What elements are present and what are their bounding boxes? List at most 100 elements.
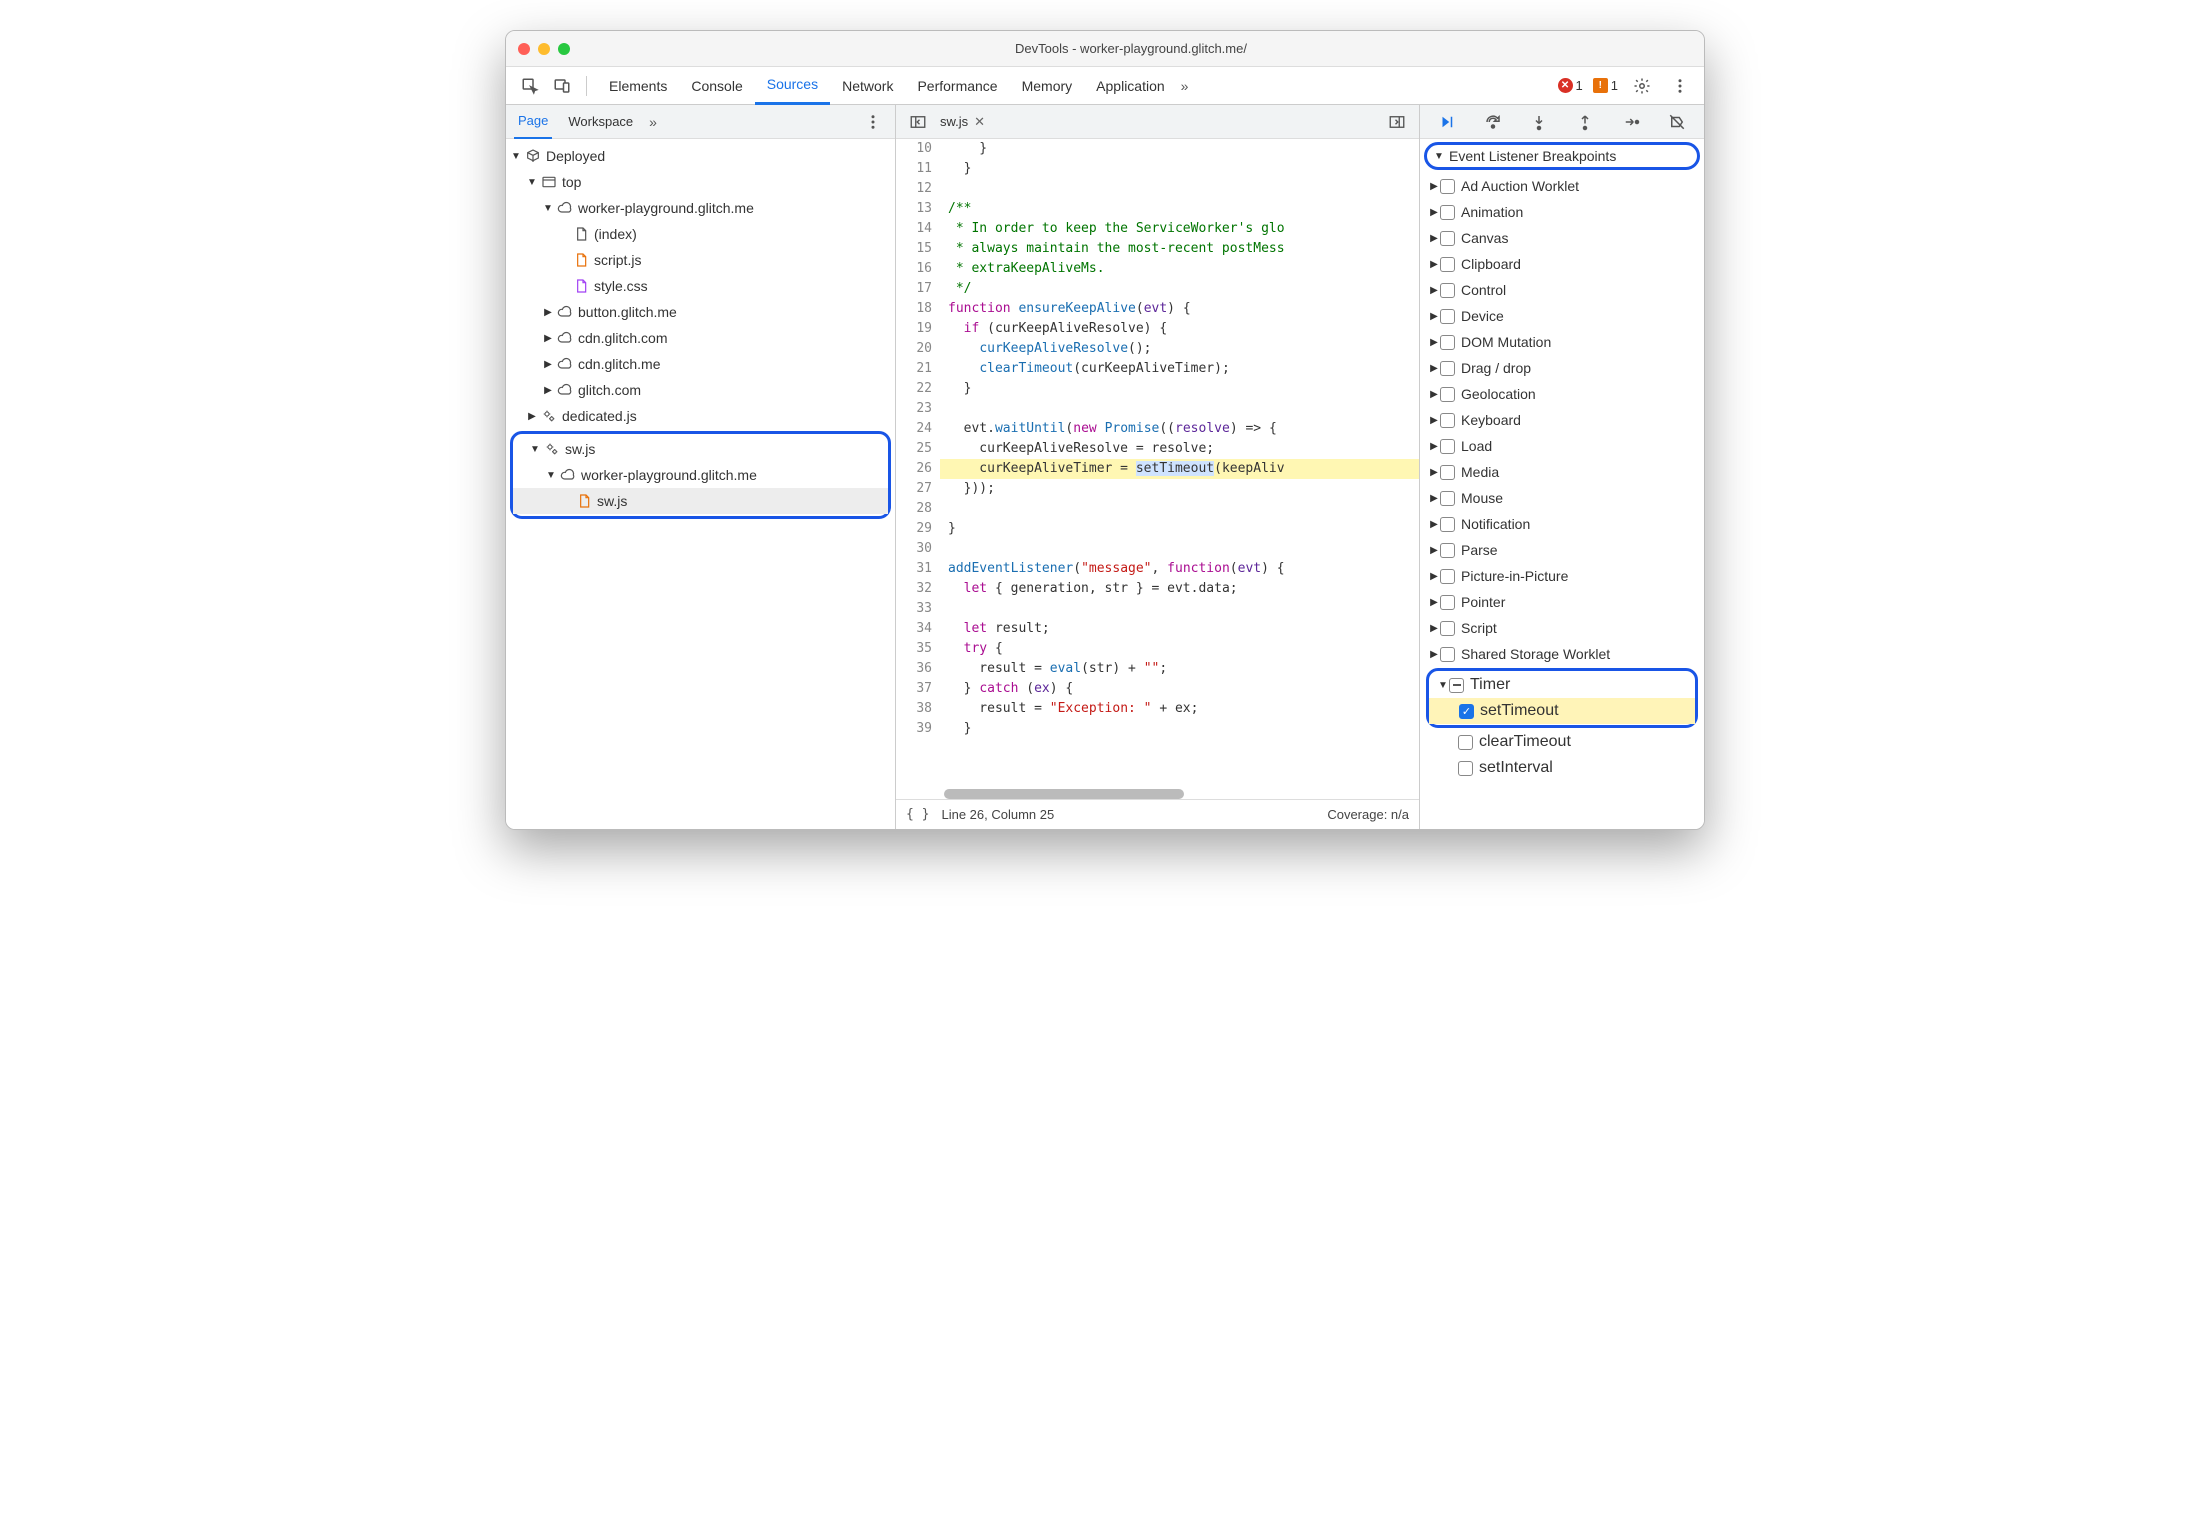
bp-item-settimeout[interactable]: ✓ setTimeout (1429, 698, 1695, 724)
checkbox-unchecked[interactable] (1440, 543, 1455, 558)
close-tab-icon[interactable]: ✕ (974, 114, 985, 130)
checkbox-unchecked[interactable] (1440, 595, 1455, 610)
checkbox-unchecked[interactable] (1440, 465, 1455, 480)
bp-category[interactable]: Load (1420, 433, 1704, 459)
bp-category[interactable]: Shared Storage Worklet (1420, 641, 1704, 667)
code-line[interactable]: 27 })); (896, 479, 1419, 499)
tab-application[interactable]: Application (1084, 67, 1177, 105)
inspect-icon[interactable] (516, 72, 544, 100)
checkbox-unchecked[interactable] (1440, 231, 1455, 246)
bp-category[interactable]: Control (1420, 277, 1704, 303)
pretty-print-icon[interactable]: { } (906, 807, 929, 822)
checkbox-unchecked[interactable] (1440, 647, 1455, 662)
checkbox-unchecked[interactable] (1440, 413, 1455, 428)
tab-workspace[interactable]: Workspace (564, 105, 637, 139)
code-editor[interactable]: 10 }11 }12 13/**14 * In order to keep th… (896, 139, 1419, 785)
step-into-icon[interactable] (1526, 108, 1552, 136)
tree-deployed[interactable]: Deployed (506, 143, 895, 169)
checkbox-indeterminate[interactable] (1449, 678, 1464, 693)
file-tab-sw[interactable]: sw.js ✕ (940, 114, 985, 130)
code-line[interactable]: 32 let { generation, str } = evt.data; (896, 579, 1419, 599)
bp-category[interactable]: Canvas (1420, 225, 1704, 251)
warning-count[interactable]: !1 (1593, 78, 1618, 93)
code-line[interactable]: 34 let result; (896, 619, 1419, 639)
code-line[interactable]: 33 (896, 599, 1419, 619)
deactivate-breakpoints-icon[interactable] (1664, 108, 1690, 136)
bp-category[interactable]: Pointer (1420, 589, 1704, 615)
code-line[interactable]: 21 clearTimeout(curKeepAliveTimer); (896, 359, 1419, 379)
checkbox-unchecked[interactable] (1440, 621, 1455, 636)
close-window-button[interactable] (518, 43, 530, 55)
checkbox-unchecked[interactable] (1440, 283, 1455, 298)
checkbox-unchecked[interactable] (1440, 387, 1455, 402)
toggle-debugger-icon[interactable] (1383, 108, 1411, 136)
tab-network[interactable]: Network (830, 67, 905, 105)
bp-category[interactable]: Mouse (1420, 485, 1704, 511)
code-line[interactable]: 12 (896, 179, 1419, 199)
tree-glitch-origin[interactable]: glitch.com (506, 377, 895, 403)
tree-sw-origin[interactable]: worker-playground.glitch.me (513, 462, 888, 488)
error-count[interactable]: ✕1 (1558, 78, 1583, 93)
tab-memory[interactable]: Memory (1010, 67, 1085, 105)
tree-button-origin[interactable]: button.glitch.me (506, 299, 895, 325)
tree-sw-worker[interactable]: sw.js (513, 436, 888, 462)
tree-style-css[interactable]: style.css (506, 273, 895, 299)
checkbox-unchecked[interactable] (1440, 569, 1455, 584)
bp-category[interactable]: Drag / drop (1420, 355, 1704, 381)
toggle-navigator-icon[interactable] (904, 108, 932, 136)
bp-category[interactable]: Script (1420, 615, 1704, 641)
device-toolbar-icon[interactable] (548, 72, 576, 100)
checkbox-unchecked[interactable] (1440, 257, 1455, 272)
code-line[interactable]: 13/** (896, 199, 1419, 219)
code-line[interactable]: 22 } (896, 379, 1419, 399)
step-out-icon[interactable] (1572, 108, 1598, 136)
checkbox-checked[interactable]: ✓ (1459, 704, 1474, 719)
bp-category[interactable]: Ad Auction Worklet (1420, 173, 1704, 199)
bp-category[interactable]: Keyboard (1420, 407, 1704, 433)
zoom-window-button[interactable] (558, 43, 570, 55)
step-icon[interactable] (1618, 108, 1644, 136)
bp-category[interactable]: Clipboard (1420, 251, 1704, 277)
tab-sources[interactable]: Sources (755, 67, 830, 105)
step-over-icon[interactable] (1480, 108, 1506, 136)
code-line[interactable]: 31addEventListener("message", function(e… (896, 559, 1419, 579)
bp-item-cleartimeout[interactable]: clearTimeout (1420, 729, 1704, 755)
code-line[interactable]: 25 curKeepAliveResolve = resolve; (896, 439, 1419, 459)
bp-category[interactable]: Picture-in-Picture (1420, 563, 1704, 589)
tree-index[interactable]: (index) (506, 221, 895, 247)
navigator-kebab-icon[interactable] (859, 108, 887, 136)
bp-category[interactable]: DOM Mutation (1420, 329, 1704, 355)
tree-wp-origin[interactable]: worker-playground.glitch.me (506, 195, 895, 221)
code-line[interactable]: 29} (896, 519, 1419, 539)
code-line[interactable]: 20 curKeepAliveResolve(); (896, 339, 1419, 359)
checkbox-unchecked[interactable] (1440, 205, 1455, 220)
code-line[interactable]: 15 * always maintain the most-recent pos… (896, 239, 1419, 259)
bp-category[interactable]: Device (1420, 303, 1704, 329)
tree-script-js[interactable]: script.js (506, 247, 895, 273)
horizontal-scrollbar[interactable] (944, 789, 1184, 799)
tree-cdn1-origin[interactable]: cdn.glitch.com (506, 325, 895, 351)
checkbox-unchecked[interactable] (1440, 491, 1455, 506)
panel-header-event-listener-breakpoints[interactable]: Event Listener Breakpoints (1424, 142, 1700, 170)
code-line[interactable]: 24 evt.waitUntil(new Promise((resolve) =… (896, 419, 1419, 439)
checkbox-unchecked[interactable] (1440, 439, 1455, 454)
code-line[interactable]: 37 } catch (ex) { (896, 679, 1419, 699)
code-line[interactable]: 14 * In order to keep the ServiceWorker'… (896, 219, 1419, 239)
code-line[interactable]: 18function ensureKeepAlive(evt) { (896, 299, 1419, 319)
code-line[interactable]: 11 } (896, 159, 1419, 179)
bp-category[interactable]: Geolocation (1420, 381, 1704, 407)
checkbox-unchecked[interactable] (1440, 517, 1455, 532)
tab-console[interactable]: Console (679, 67, 754, 105)
tree-sw-file[interactable]: sw.js (513, 488, 888, 514)
tree-cdn2-origin[interactable]: cdn.glitch.me (506, 351, 895, 377)
code-line[interactable]: 28 (896, 499, 1419, 519)
tab-performance[interactable]: Performance (905, 67, 1009, 105)
checkbox-unchecked[interactable] (1458, 761, 1473, 776)
code-line[interactable]: 10 } (896, 139, 1419, 159)
tab-page[interactable]: Page (514, 105, 552, 139)
checkbox-unchecked[interactable] (1440, 335, 1455, 350)
bp-category[interactable]: Parse (1420, 537, 1704, 563)
bp-category[interactable]: Media (1420, 459, 1704, 485)
code-line[interactable]: 38 result = "Exception: " + ex; (896, 699, 1419, 719)
bp-category-timer[interactable]: Timer (1429, 672, 1695, 698)
